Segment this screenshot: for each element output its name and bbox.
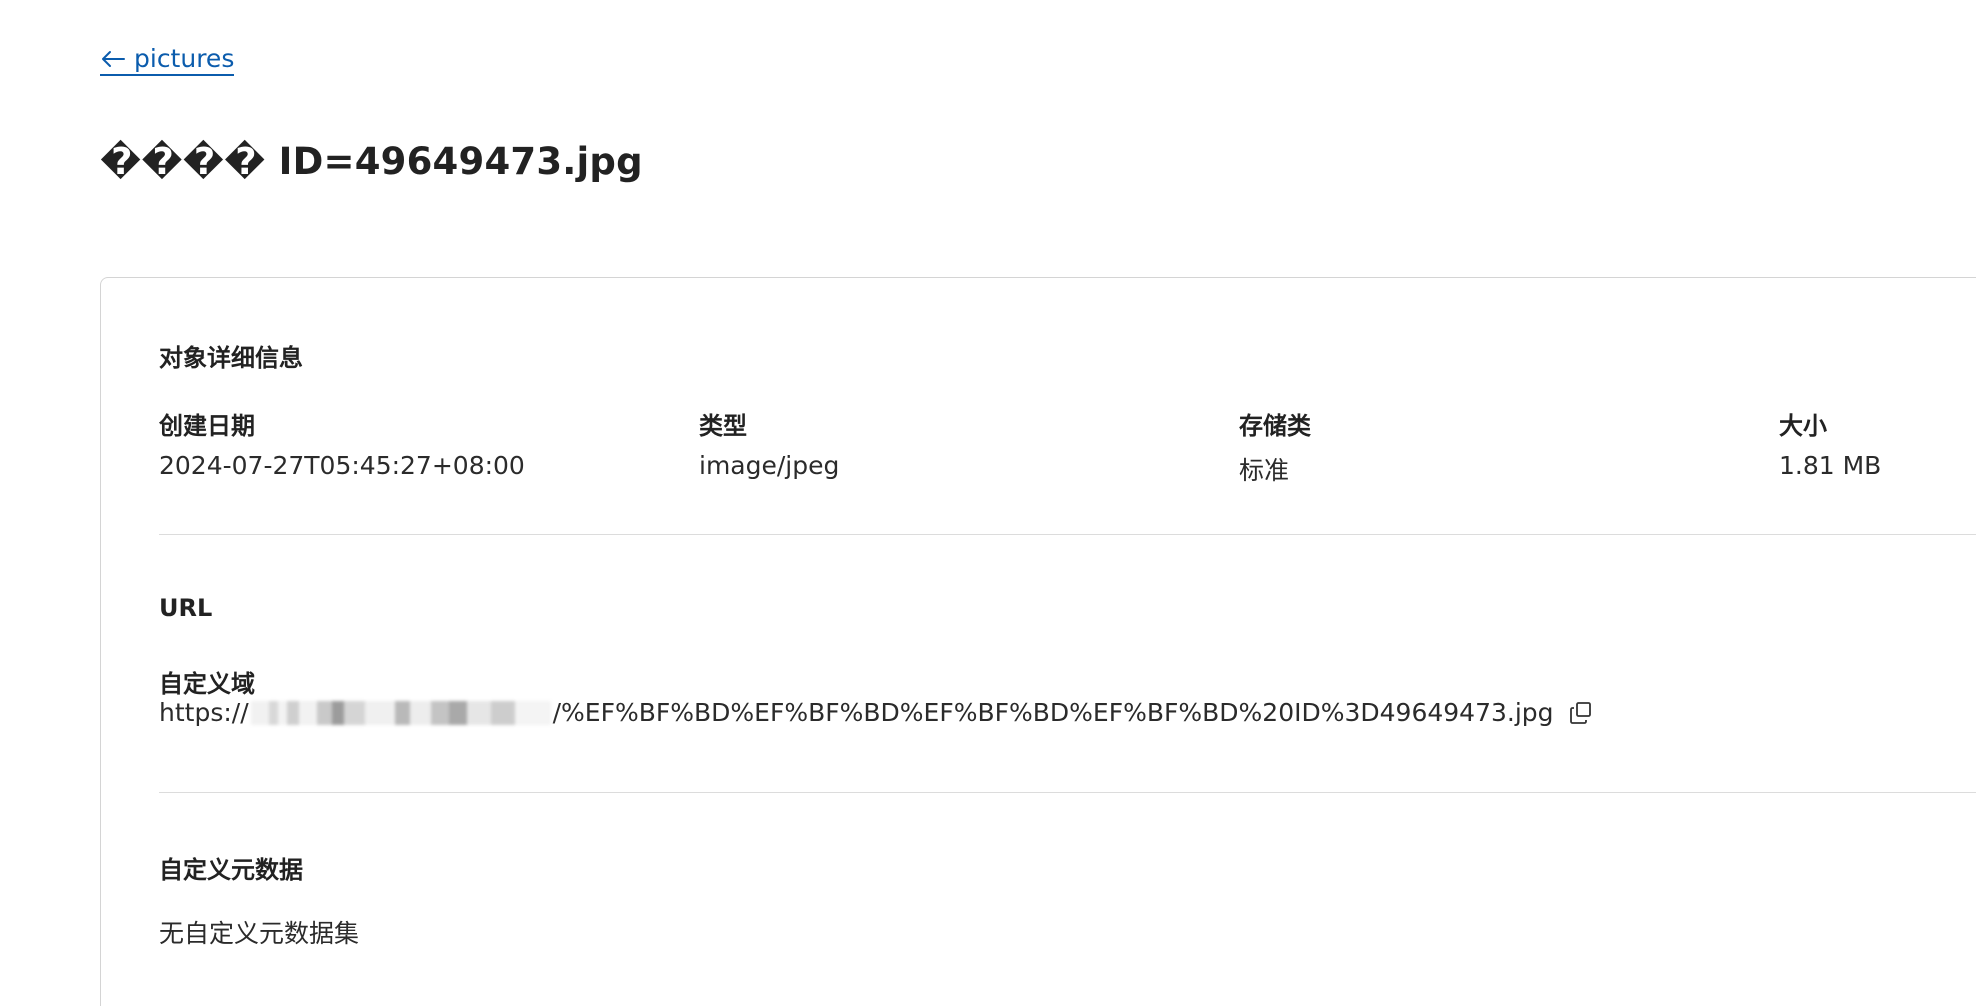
field-value: 标准 xyxy=(1239,456,1290,485)
object-details-heading: 对象详细信息 xyxy=(159,344,303,372)
field-value: image/jpeg xyxy=(699,451,840,480)
field-created-date: 创建日期 2024-07-27T05:45:27+08:00 xyxy=(159,406,525,480)
back-link-label[interactable]: pictures xyxy=(134,44,234,73)
arrow-left-icon xyxy=(102,50,125,67)
field-size: 大小 1.81 MB xyxy=(1779,406,1881,480)
object-details-card: 对象详细信息 创建日期 2024-07-27T05:45:27+08:00 类型… xyxy=(100,277,1976,1006)
page-title: ���� ID=49649473.jpg xyxy=(100,140,643,183)
url-heading: URL xyxy=(159,594,213,622)
back-to-bucket-link[interactable]: pictures xyxy=(100,44,235,76)
field-value: 2024-07-27T05:45:27+08:00 xyxy=(159,451,525,480)
custom-metadata-heading: 自定义元数据 xyxy=(159,856,303,884)
field-type: 类型 image/jpeg xyxy=(699,406,839,480)
url-path[interactable]: /%EF%BF%BD%EF%BF%BD%EF%BF%BD%EF%BF%BD%20… xyxy=(553,698,1554,727)
url-prefix[interactable]: https:// xyxy=(159,698,249,727)
section-divider xyxy=(159,792,1976,793)
field-label: 创建日期 xyxy=(159,412,255,440)
copy-icon[interactable] xyxy=(1568,700,1594,726)
field-storage-class: 存储类 标准 xyxy=(1239,406,1311,487)
field-label: 存储类 xyxy=(1239,412,1311,440)
custom-domain-url: https:// /%EF%BF%BD%EF%BF%BD%EF%BF%BD%EF… xyxy=(159,698,1594,727)
redacted-domain xyxy=(250,700,551,725)
field-value: 1.81 MB xyxy=(1779,451,1882,480)
custom-domain-label: 自定义域 xyxy=(159,670,255,698)
no-metadata-message: 无自定义元数据集 xyxy=(159,919,360,948)
field-label: 类型 xyxy=(699,412,747,440)
object-details-page: pictures ���� ID=49649473.jpg 对象详细信息 创建日… xyxy=(0,0,1976,1006)
section-divider xyxy=(159,534,1976,535)
field-label: 大小 xyxy=(1779,412,1827,440)
